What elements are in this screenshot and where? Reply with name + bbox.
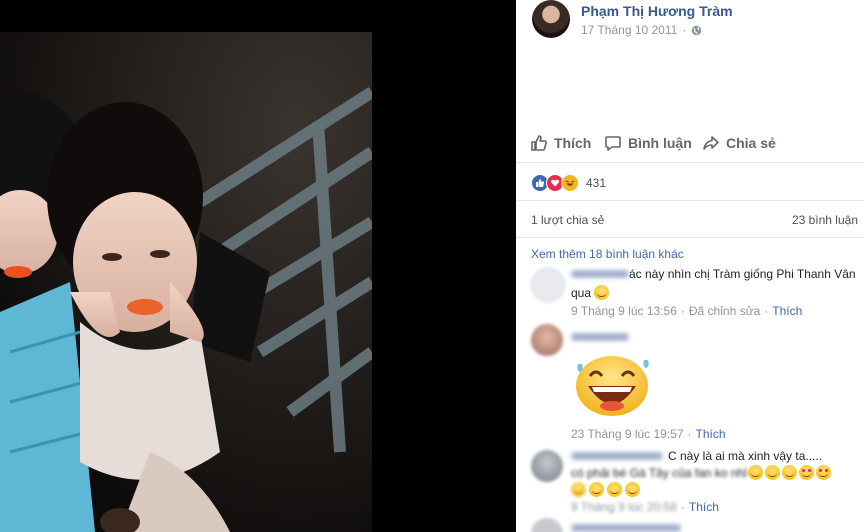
post-date[interactable]: 17 Tháng 10 2011 <box>581 23 677 37</box>
kiss-emoji-icon <box>748 465 763 480</box>
smile-emoji-icon <box>594 285 610 300</box>
comment-label: Bình luận <box>628 135 692 151</box>
photo-viewer <box>0 0 516 532</box>
commenter-avatar[interactable] <box>531 324 563 356</box>
comment-like-button[interactable]: Thích <box>772 304 802 318</box>
smile-emoji-icon <box>625 482 640 497</box>
commenter-avatar[interactable] <box>531 268 565 302</box>
comment-time[interactable]: 23 Tháng 9 lúc 19:57 <box>571 427 684 441</box>
reaction-count: 431 <box>586 176 607 190</box>
commenter-avatar[interactable] <box>531 518 563 532</box>
kiss-emoji-icon <box>765 465 780 480</box>
comment-meta: 9 Tháng 9 lúc 13:56 · Đã chỉnh sửa · Thí… <box>571 304 803 318</box>
smile-emoji-icon <box>589 482 604 497</box>
comment-text: ác này nhìn chị Tràm giống Phi Thanh Vân <box>629 267 856 281</box>
share-icon <box>703 136 719 150</box>
author-avatar[interactable] <box>532 0 570 38</box>
globe-icon[interactable] <box>691 25 702 36</box>
share-action[interactable]: Chia sẻ <box>702 134 776 152</box>
comment-text: C này là ai mà xinh vậy ta..... <box>668 449 823 463</box>
reactions-summary[interactable]: 431 <box>531 174 606 192</box>
comment-action[interactable]: Bình luận <box>604 134 692 152</box>
heart-eyes-emoji-icon <box>816 465 831 480</box>
view-more-comments-link[interactable]: Xem thêm 18 bình luận khác <box>531 247 684 261</box>
emoji-row-2 <box>571 482 640 497</box>
comment-time[interactable]: 9 Tháng 9 lúc 20:58 <box>571 500 677 514</box>
commenter-name-blurred[interactable] <box>571 333 629 341</box>
thumbs-up-icon <box>531 135 547 151</box>
like-label: Thích <box>554 135 592 151</box>
comment-time[interactable]: 9 Tháng 9 lúc 13:56 <box>571 304 677 318</box>
heart-eyes-emoji-icon <box>799 465 814 480</box>
haha-icon <box>561 174 579 192</box>
commenter-name-blurred[interactable] <box>571 270 629 278</box>
like-action[interactable]: Thích <box>530 134 591 152</box>
post-detail-panel: Phạm Thị Hương Tràm 17 Tháng 10 2011 · T… <box>516 0 864 532</box>
comment-like-button[interactable]: Thích <box>689 500 719 514</box>
kiss-emoji-icon <box>782 465 797 480</box>
comment-meta: 23 Tháng 9 lúc 19:57 · Thích <box>571 427 726 441</box>
post-stats: 1 lượt chia sẻ 23 bình luận <box>516 200 864 238</box>
share-count[interactable]: 1 lượt chia sẻ <box>531 213 604 227</box>
post-photo[interactable] <box>0 32 372 532</box>
comment-meta: 9 Tháng 9 lúc 20:58 · Thích <box>571 500 719 514</box>
commenter-name-blurred[interactable] <box>571 524 681 532</box>
author-name[interactable]: Phạm Thị Hương Tràm <box>581 3 733 19</box>
commenter-avatar[interactable] <box>531 450 563 482</box>
share-label: Chia sẻ <box>726 135 776 151</box>
edited-label[interactable]: Đã chỉnh sửa <box>689 304 760 318</box>
laughing-sticker-icon <box>576 356 649 416</box>
post-meta: 17 Tháng 10 2011 · <box>581 23 702 37</box>
meta-separator: · <box>682 23 687 37</box>
comment-text-line2: có phải bé Gà Tây của fan ko nhỉ <box>571 466 747 480</box>
smile-emoji-icon <box>571 482 586 497</box>
post-actions-bar: Thích Bình luận Chia sẻ <box>516 126 864 163</box>
commenter-name-blurred[interactable] <box>571 452 663 460</box>
comment-text-line2: qua <box>571 285 610 301</box>
emoji-row <box>748 465 831 480</box>
comment-icon <box>605 136 621 151</box>
smile-emoji-icon <box>607 482 622 497</box>
comment-count[interactable]: 23 bình luận <box>792 213 858 227</box>
comment-like-button[interactable]: Thích <box>696 427 726 441</box>
